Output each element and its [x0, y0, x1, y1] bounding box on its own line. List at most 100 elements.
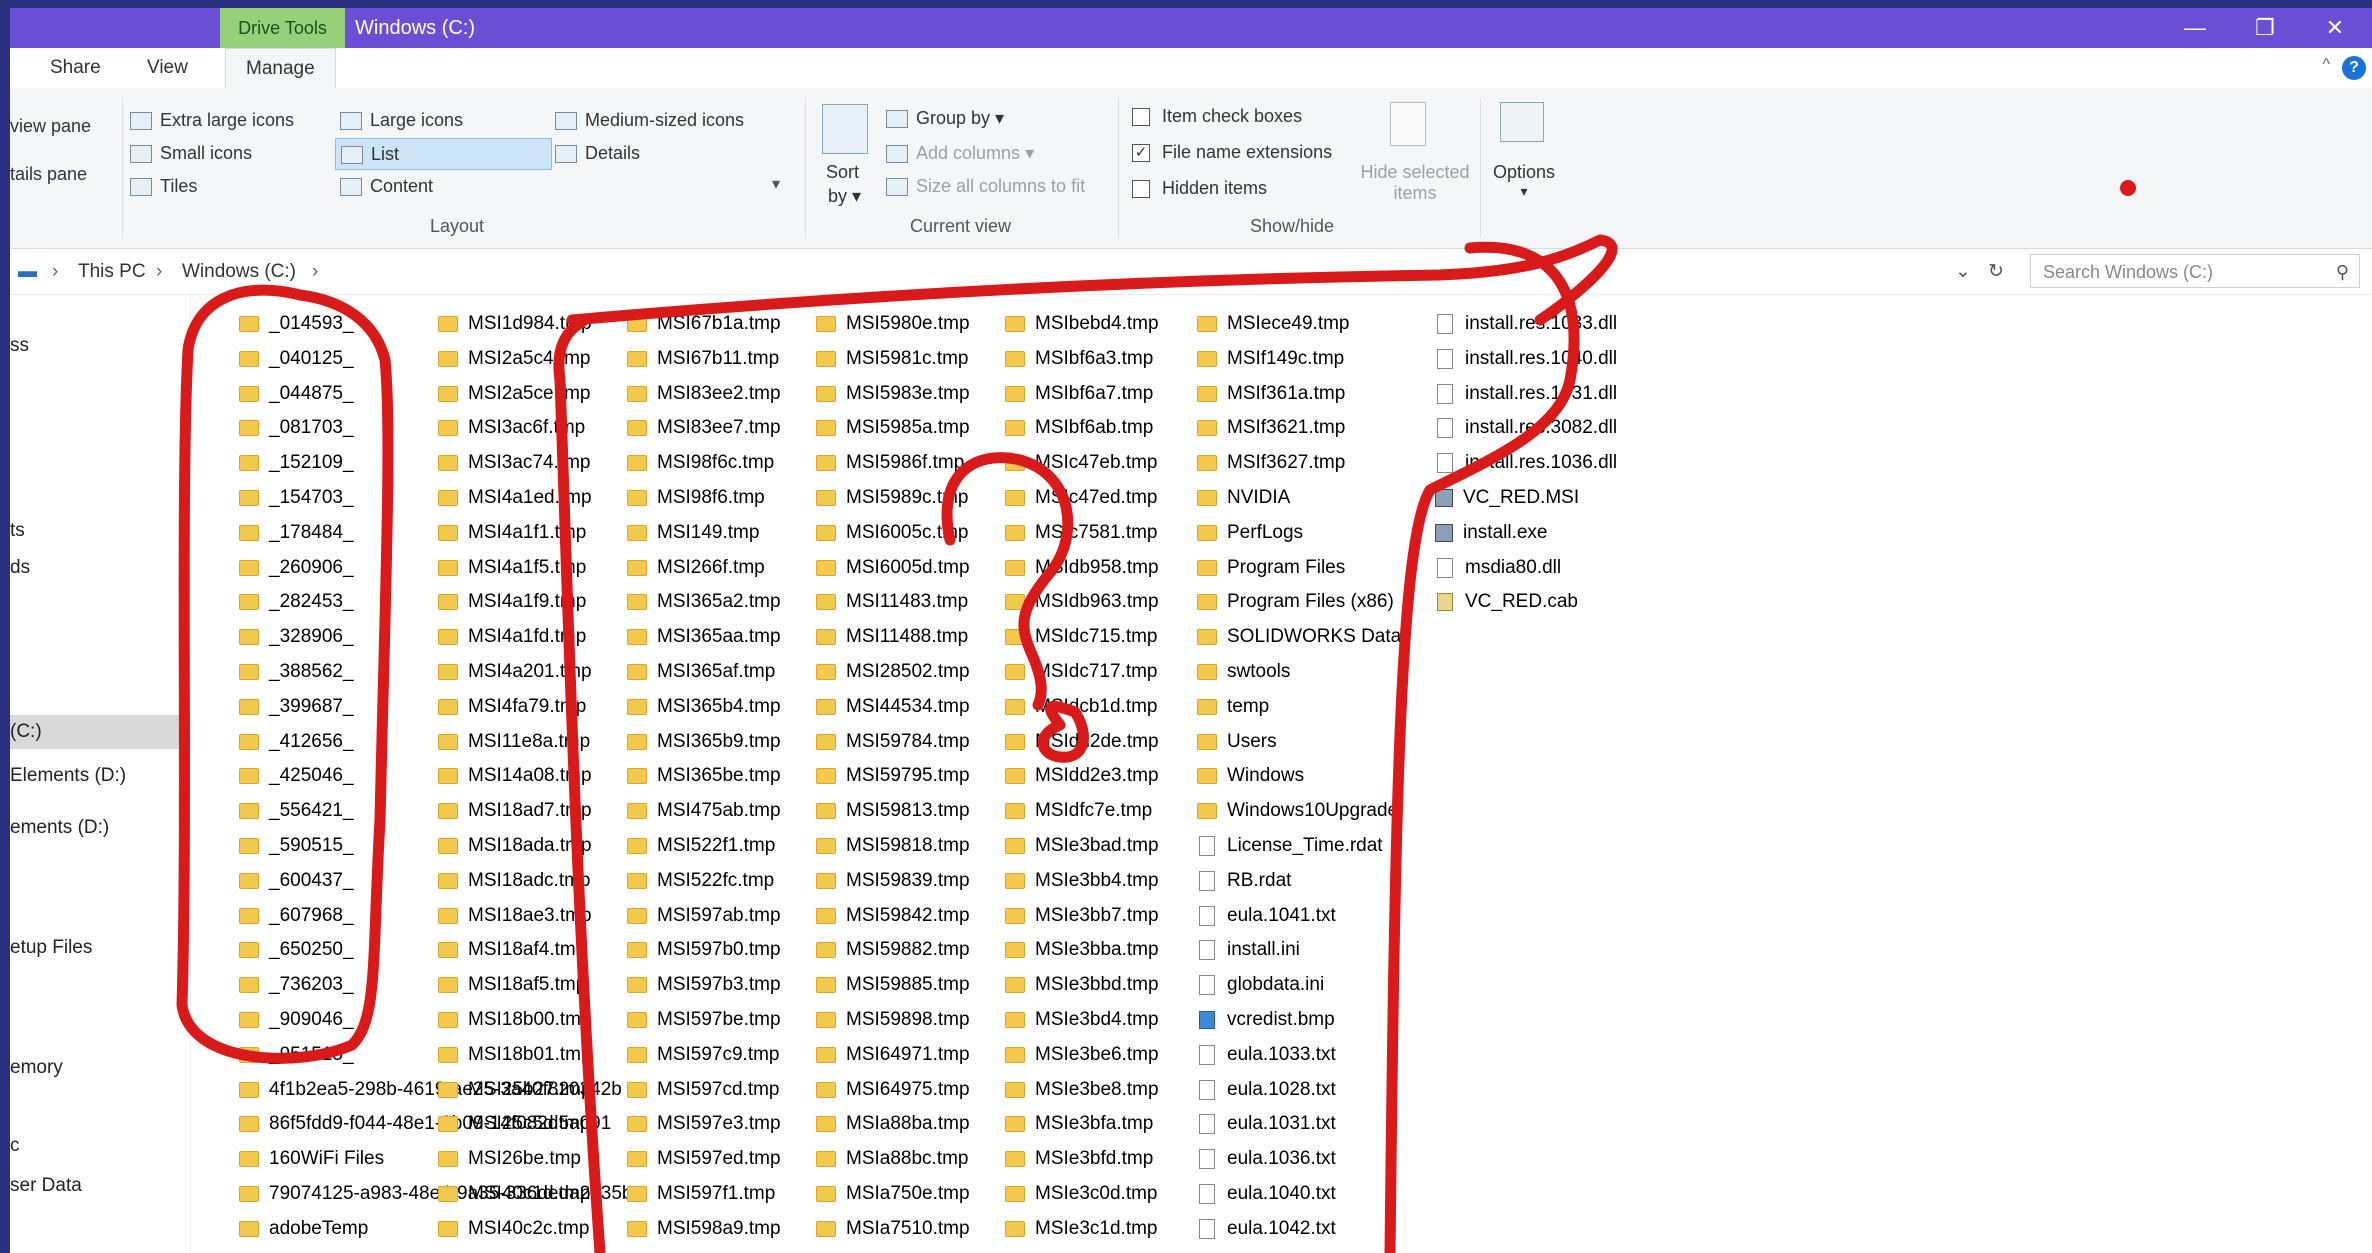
folder-item[interactable]: PerfLogs	[1197, 516, 1401, 551]
collapse-ribbon-icon[interactable]: ^	[2322, 56, 2330, 74]
folder-item[interactable]: MSI18b01.tmp	[438, 1038, 592, 1073]
folder-item[interactable]: MSI266f.tmp	[627, 551, 781, 586]
folder-item[interactable]: MSIa7510.tmp	[816, 1212, 970, 1247]
folder-item[interactable]: MSI597ed.tmp	[627, 1142, 781, 1177]
folder-item[interactable]: MSI5980e.tmp	[816, 307, 970, 342]
restore-button[interactable]: ❐	[2230, 8, 2300, 48]
drive-tools-tab[interactable]: Drive Tools	[220, 8, 345, 48]
folder-item[interactable]: MSI365be.tmp	[627, 759, 781, 794]
folder-item[interactable]: MSI59818.tmp	[816, 829, 970, 864]
file-item[interactable]: eula.1033.txt	[1197, 1038, 1401, 1073]
folder-item[interactable]: MSI365b9.tmp	[627, 725, 781, 760]
folder-item[interactable]: MSI365a2.tmp	[627, 585, 781, 620]
file-item[interactable]: RB.rdat	[1197, 864, 1401, 899]
folder-item[interactable]: MSI2a5c4.tmp	[438, 342, 592, 377]
folder-item[interactable]: MSIc47eb.tmp	[1005, 446, 1159, 481]
folder-item[interactable]: MSIf3621.tmp	[1197, 411, 1401, 446]
folder-item[interactable]: MSI597e3.tmp	[627, 1107, 781, 1142]
folder-item[interactable]: MSI365aa.tmp	[627, 620, 781, 655]
folder-item[interactable]: MSI4a201.tmp	[438, 655, 592, 690]
folder-item[interactable]: MSIe3bb4.tmp	[1005, 864, 1159, 899]
folder-item[interactable]: MSI18b00.tmp	[438, 1003, 592, 1038]
file-name-extensions-toggle[interactable]: ✓ File name extensions	[1132, 142, 1332, 163]
item-check-boxes-checkbox[interactable]	[1132, 108, 1150, 127]
folder-item[interactable]: MSI5989c.tmp	[816, 481, 970, 516]
folder-item[interactable]: MSI597ab.tmp	[627, 899, 781, 934]
layout-tiles[interactable]: Tiles	[130, 176, 197, 197]
folder-item[interactable]: MSI26be.tmp	[438, 1142, 592, 1177]
options-button[interactable]: Options ▾	[1492, 162, 1556, 200]
address-dropdown-icon[interactable]: ⌄	[1955, 250, 1971, 294]
file-item[interactable]: install.res.3082.dll	[1435, 411, 1617, 446]
folder-item[interactable]: MSIa750e.tmp	[816, 1177, 970, 1212]
folder-item[interactable]: MSIe3bbd.tmp	[1005, 968, 1159, 1003]
folder-item[interactable]: MSI475ab.tmp	[627, 794, 781, 829]
folder-item[interactable]: Windows10Upgrade	[1197, 794, 1401, 829]
folder-item[interactable]: MSI59882.tmp	[816, 933, 970, 968]
layout-medium-icons[interactable]: Medium-sized icons	[555, 110, 744, 131]
hidden-items-toggle[interactable]: Hidden items	[1132, 178, 1267, 199]
breadcrumb-this-pc[interactable]: This PC	[78, 250, 146, 294]
file-item[interactable]: VC_RED.cab	[1435, 585, 1617, 620]
close-button[interactable]: ✕	[2300, 8, 2370, 48]
folder-item[interactable]: MSI597b0.tmp	[627, 933, 781, 968]
file-item[interactable]: globdata.ini	[1197, 968, 1401, 1003]
layout-extra-large-icons[interactable]: Extra large icons	[130, 110, 294, 131]
folder-item[interactable]: MSI18adc.tmp	[438, 864, 592, 899]
folder-item[interactable]: MSIe3c1d.tmp	[1005, 1212, 1159, 1247]
nav-item[interactable]: ds	[10, 557, 30, 579]
file-item[interactable]: eula.1031.txt	[1197, 1107, 1401, 1142]
breadcrumb-drive[interactable]: Windows (C:)	[182, 250, 296, 294]
folder-item[interactable]: MSIe3bb7.tmp	[1005, 899, 1159, 934]
folder-item[interactable]: MSIdd2de.tmp	[1005, 725, 1159, 760]
folder-item[interactable]: MSI40c1d.tmp	[438, 1177, 592, 1212]
hidden-items-checkbox[interactable]	[1132, 180, 1150, 199]
folder-item[interactable]: MSIa88bc.tmp	[816, 1142, 970, 1177]
folder-item[interactable]: MSI11488.tmp	[816, 620, 970, 655]
folder-item[interactable]: MSI67b11.tmp	[627, 342, 781, 377]
add-columns-button[interactable]: Add columns ▾	[886, 143, 1034, 164]
folder-item[interactable]: MSIdb958.tmp	[1005, 551, 1159, 586]
file-item[interactable]: msdia80.dll	[1435, 551, 1617, 586]
nav-item[interactable]: ser Data	[10, 1175, 82, 1197]
nav-item[interactable]: etup Files	[10, 937, 92, 959]
file-item[interactable]: install.exe	[1435, 516, 1617, 551]
folder-item[interactable]: MSIdc715.tmp	[1005, 620, 1159, 655]
folder-item[interactable]: MSIbf6ab.tmp	[1005, 411, 1159, 446]
folder-item[interactable]: MSI5985a.tmp	[816, 411, 970, 446]
file-item[interactable]: install.res.1036.dll	[1435, 446, 1617, 481]
file-item[interactable]: install.ini	[1197, 933, 1401, 968]
folder-item[interactable]: MSI597b3.tmp	[627, 968, 781, 1003]
folder-item[interactable]: MSIe3bba.tmp	[1005, 933, 1159, 968]
folder-item[interactable]: MSI25c5d.tmp	[438, 1107, 592, 1142]
folder-item[interactable]: MSI597f1.tmp	[627, 1177, 781, 1212]
folder-item[interactable]: MSI59885.tmp	[816, 968, 970, 1003]
preview-pane-button[interactable]: view pane	[10, 116, 91, 137]
folder-item[interactable]: MSIe3be6.tmp	[1005, 1038, 1159, 1073]
folder-item[interactable]: MSIe3bfa.tmp	[1005, 1107, 1159, 1142]
folder-item[interactable]: MSI4a1fd.tmp	[438, 620, 592, 655]
tab-view[interactable]: View	[147, 48, 188, 88]
folder-item[interactable]: MSIdc717.tmp	[1005, 655, 1159, 690]
folder-item[interactable]: MSI28502.tmp	[816, 655, 970, 690]
nav-item[interactable]: ements (D:)	[10, 817, 109, 839]
folder-item[interactable]: MSIbebd4.tmp	[1005, 307, 1159, 342]
folder-item[interactable]: MSI4a1f5.tmp	[438, 551, 592, 586]
nav-item[interactable]: emory	[10, 1057, 63, 1079]
folder-item[interactable]: MSIf3627.tmp	[1197, 446, 1401, 481]
group-by-button[interactable]: Group by ▾	[886, 108, 1004, 129]
folder-item[interactable]: MSIf361a.tmp	[1197, 377, 1401, 412]
folder-item[interactable]: MSI1d984.tmp	[438, 307, 592, 342]
file-item[interactable]: eula.1040.txt	[1197, 1177, 1401, 1212]
folder-item[interactable]: MSI59813.tmp	[816, 794, 970, 829]
folder-item[interactable]: NVIDIA	[1197, 481, 1401, 516]
folder-item[interactable]: MSI67b1a.tmp	[627, 307, 781, 342]
folder-item[interactable]: MSIf149c.tmp	[1197, 342, 1401, 377]
size-columns-button[interactable]: Size all columns to fit	[886, 176, 1085, 197]
layout-large-icons[interactable]: Large icons	[340, 110, 463, 131]
computer-icon[interactable]: ▬	[18, 250, 37, 294]
folder-item[interactable]: MSIe3be8.tmp	[1005, 1073, 1159, 1108]
folder-item[interactable]: MSI18ad7.tmp	[438, 794, 592, 829]
folder-item[interactable]: MSI59795.tmp	[816, 759, 970, 794]
folder-item[interactable]: MSIdd2e3.tmp	[1005, 759, 1159, 794]
